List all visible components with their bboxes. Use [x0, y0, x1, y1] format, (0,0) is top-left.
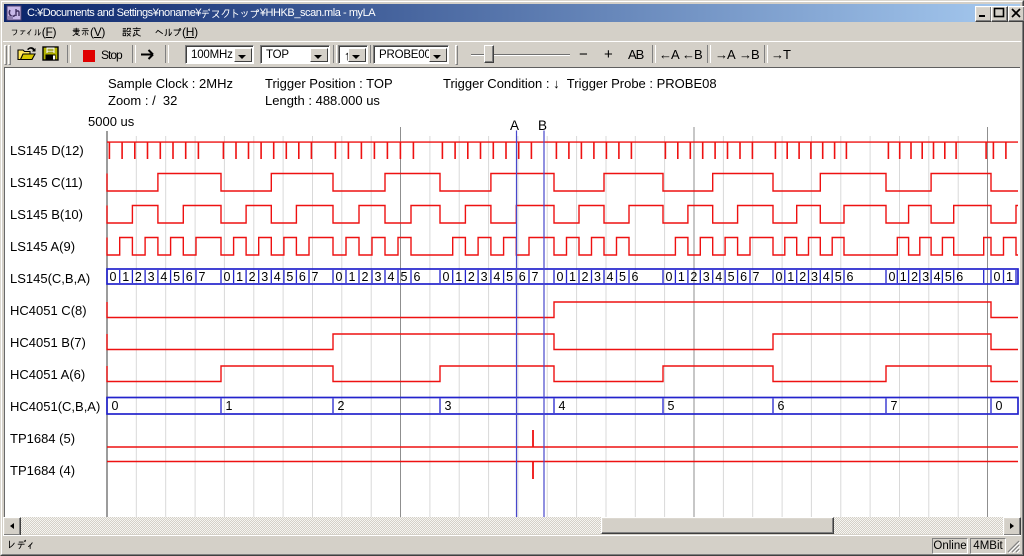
svg-text:6: 6 — [414, 270, 421, 284]
svg-text:0: 0 — [666, 270, 673, 284]
svg-text:6: 6 — [632, 270, 639, 284]
svg-text:0: 0 — [994, 270, 1001, 284]
svg-text:3: 3 — [811, 270, 818, 284]
svg-text:7: 7 — [891, 399, 898, 413]
svg-text:6: 6 — [299, 270, 306, 284]
svg-text:3: 3 — [481, 270, 488, 284]
svg-text:1: 1 — [349, 270, 356, 284]
svg-text:1: 1 — [787, 270, 794, 284]
svg-text:1: 1 — [236, 270, 243, 284]
svg-text:7: 7 — [312, 270, 319, 284]
svg-text:1: 1 — [1006, 270, 1013, 284]
svg-text:4: 4 — [388, 270, 395, 284]
svg-text:0: 0 — [112, 399, 119, 413]
svg-text:4: 4 — [274, 270, 281, 284]
svg-text:0: 0 — [996, 399, 1003, 413]
svg-text:2: 2 — [582, 270, 589, 284]
svg-text:4: 4 — [715, 270, 722, 284]
svg-text:1: 1 — [226, 399, 233, 413]
svg-text:6: 6 — [186, 270, 193, 284]
svg-text:1: 1 — [678, 270, 685, 284]
svg-text:0: 0 — [110, 270, 117, 284]
svg-text:5: 5 — [506, 270, 513, 284]
svg-text:7: 7 — [199, 270, 206, 284]
svg-text:6: 6 — [740, 270, 747, 284]
svg-text:2: 2 — [799, 270, 806, 284]
svg-text:0: 0 — [557, 270, 564, 284]
svg-text:0: 0 — [776, 270, 783, 284]
svg-text:4: 4 — [607, 270, 614, 284]
svg-text:3: 3 — [261, 270, 268, 284]
svg-text:7: 7 — [753, 270, 760, 284]
svg-text:3: 3 — [375, 270, 382, 284]
svg-text:1: 1 — [900, 270, 907, 284]
svg-text:3: 3 — [594, 270, 601, 284]
svg-text:2: 2 — [911, 270, 918, 284]
svg-text:4: 4 — [160, 270, 167, 284]
svg-text:4: 4 — [493, 270, 500, 284]
svg-text:1: 1 — [455, 270, 462, 284]
svg-text:0: 0 — [889, 270, 896, 284]
svg-text:1: 1 — [569, 270, 576, 284]
svg-text:5: 5 — [728, 270, 735, 284]
svg-text:4: 4 — [934, 270, 941, 284]
svg-text:5: 5 — [173, 270, 180, 284]
svg-text:1: 1 — [122, 270, 129, 284]
svg-text:2: 2 — [338, 399, 345, 413]
svg-text:5: 5 — [619, 270, 626, 284]
svg-text:6: 6 — [956, 270, 963, 284]
svg-text:4: 4 — [823, 270, 830, 284]
svg-text:5: 5 — [835, 270, 842, 284]
svg-text:0: 0 — [224, 270, 231, 284]
svg-text:5: 5 — [668, 399, 675, 413]
svg-text:0: 0 — [443, 270, 450, 284]
svg-text:6: 6 — [519, 270, 526, 284]
svg-text:3: 3 — [922, 270, 929, 284]
svg-text:5: 5 — [401, 270, 408, 284]
svg-text:5: 5 — [286, 270, 293, 284]
svg-text:2: 2 — [362, 270, 369, 284]
svg-text:6: 6 — [778, 399, 785, 413]
svg-text:7: 7 — [532, 270, 539, 284]
svg-text:6: 6 — [847, 270, 854, 284]
svg-text:2: 2 — [468, 270, 475, 284]
svg-text:3: 3 — [703, 270, 710, 284]
svg-text:3: 3 — [148, 270, 155, 284]
svg-text:4: 4 — [559, 399, 566, 413]
svg-text:2: 2 — [135, 270, 142, 284]
svg-text:3: 3 — [445, 399, 452, 413]
svg-text:2: 2 — [690, 270, 697, 284]
svg-text:0: 0 — [336, 270, 343, 284]
svg-text:2: 2 — [249, 270, 256, 284]
svg-text:5: 5 — [945, 270, 952, 284]
